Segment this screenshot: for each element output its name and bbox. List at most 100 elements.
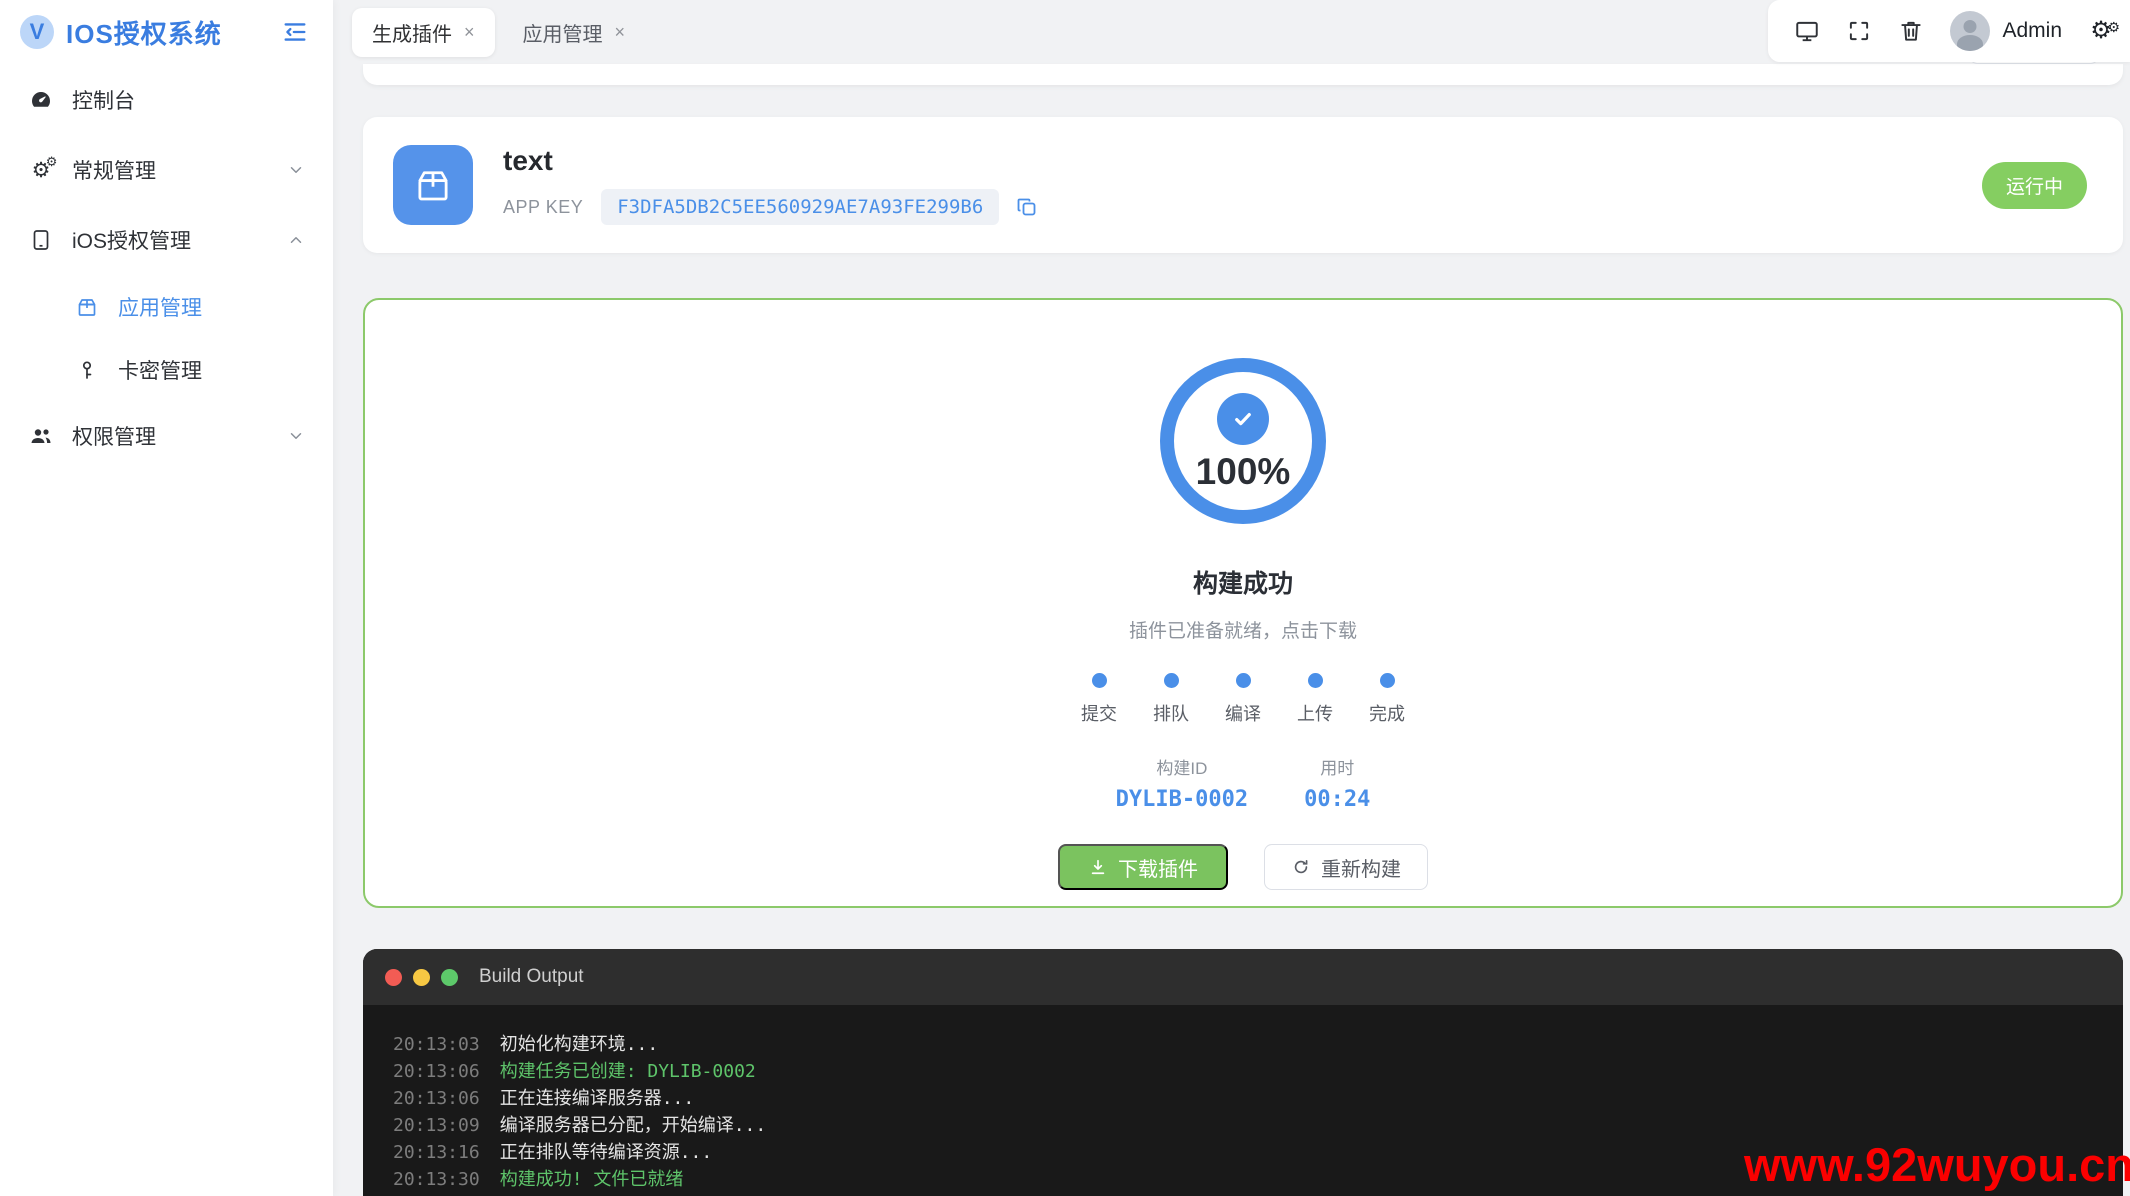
main-content: text APP KEY F3DFA5DB2C5EE560929AE7A93FE… (333, 64, 2130, 1196)
log-line: 20:13:06 构建任务已创建: DYLIB-0002 (393, 1058, 2093, 1085)
terminal-title: Build Output (479, 966, 584, 988)
build-step: 上传 (1279, 673, 1351, 726)
log-line: 20:13:03 初始化构建环境... (393, 1031, 2093, 1058)
build-step: 完成 (1351, 673, 1423, 726)
topbar: 生成插件 应用管理 Admin ⚙⚙ (333, 0, 2130, 64)
rebuild-button[interactable]: 重新构建 (1264, 844, 1428, 890)
settings-gear-icon[interactable]: ⚙⚙ (2086, 16, 2116, 46)
tab-label: 应用管理 (523, 18, 603, 47)
terminal-minimize-dot[interactable] (413, 969, 430, 986)
tab-label: 生成插件 (372, 18, 452, 47)
app-key-value: F3DFA5DB2C5EE560929AE7A93FE299B6 (601, 189, 999, 225)
sidebar-item-ios-auth[interactable]: iOS授权管理 (10, 212, 323, 268)
sidebar-item-label: 权限管理 (72, 421, 287, 451)
sidebar-menu: 控制台 ⚙⚙ 常规管理 iOS授权管理 (0, 64, 333, 464)
username: Admin (2002, 19, 2062, 43)
package-icon (74, 294, 100, 320)
step-dot (1308, 673, 1323, 688)
log-text: 正在连接编译服务器... (500, 1085, 695, 1112)
sidebar-item-label: 控制台 (72, 85, 305, 115)
app-logo-icon: V (20, 15, 54, 49)
log-text: 正在排队等待编译资源... (500, 1139, 713, 1166)
watermark: www.92wuyou.cn (1744, 1137, 2130, 1192)
sidebar-item-app-manage[interactable]: 应用管理 (56, 282, 323, 332)
sidebar-item-label: 卡密管理 (118, 355, 305, 385)
step-dot (1164, 673, 1179, 688)
sidebar-item-label: 应用管理 (118, 292, 305, 322)
duration-value: 00:24 (1304, 787, 1370, 812)
step-label: 提交 (1081, 700, 1117, 726)
terminal-header: Build Output (363, 949, 2123, 1005)
users-icon (28, 423, 54, 449)
log-timestamp: 20:13:16 (393, 1139, 480, 1166)
log-line: 20:13:09编译服务器已分配，开始编译... (393, 1112, 2093, 1139)
sidebar-collapse-icon[interactable] (281, 18, 309, 46)
app-name: text (503, 145, 1982, 177)
build-status-title: 构建成功 (1193, 564, 1293, 600)
log-timestamp: 20:13:30 (393, 1166, 480, 1193)
avatar[interactable] (1950, 11, 1990, 51)
log-timestamp: 20:13:03 (393, 1031, 480, 1058)
app-card: text APP KEY F3DFA5DB2C5EE560929AE7A93FE… (363, 117, 2123, 253)
build-steps: 提交 排队 编译 上传完成 (1063, 673, 1423, 726)
duration-block: 用时 00:24 (1304, 754, 1370, 812)
key-icon (74, 357, 100, 383)
close-icon[interactable] (615, 23, 626, 41)
build-id-label: 构建ID (1116, 754, 1248, 779)
fullscreen-icon[interactable] (1846, 18, 1872, 44)
progress-ring: 100% (1160, 358, 1326, 524)
log-text: 编译服务器已分配，开始编译... (500, 1112, 767, 1139)
sidebar-item-permission[interactable]: 权限管理 (10, 408, 323, 464)
build-step: 编译 (1207, 673, 1279, 726)
step-label: 上传 (1297, 700, 1333, 726)
check-icon (1217, 393, 1269, 445)
progress-percent: 100% (1196, 453, 1291, 490)
build-id-block: 构建ID DYLIB-0002 (1116, 754, 1248, 812)
dashboard-icon (28, 87, 54, 113)
step-dot (1236, 673, 1251, 688)
log-timestamp: 20:13:06 (393, 1085, 480, 1112)
tablet-icon (28, 227, 54, 253)
sidebar-item-label: 常规管理 (72, 155, 287, 185)
sidebar-item-general[interactable]: ⚙⚙ 常规管理 (10, 142, 323, 198)
app-package-icon (393, 145, 473, 225)
sidebar: V IOS授权系统 控制台 ⚙⚙ 常规管理 (0, 0, 333, 1196)
step-label: 排队 (1153, 700, 1189, 726)
build-meta: 构建ID DYLIB-0002 用时 00:24 (1116, 754, 1371, 812)
app-info: text APP KEY F3DFA5DB2C5EE560929AE7A93FE… (503, 145, 1982, 225)
app-key-label: APP KEY (503, 197, 583, 218)
sidebar-submenu: 应用管理 卡密管理 (0, 282, 333, 395)
scrolled-card-fragment (363, 64, 2123, 85)
build-card: 100% 构建成功 插件已准备就绪，点击下载 提交排队编译上传完成 构建ID D… (363, 298, 2123, 908)
build-step: 提交 (1063, 673, 1135, 726)
download-icon (1088, 857, 1108, 877)
chevron-down-icon (287, 427, 305, 445)
tab-generate-plugin[interactable]: 生成插件 (352, 8, 495, 57)
log-text: 初始化构建环境... (500, 1031, 659, 1058)
log-timestamp: 20:13:06 (393, 1058, 480, 1085)
build-id-value: DYLIB-0002 (1116, 787, 1248, 812)
monitor-icon[interactable] (1794, 18, 1820, 44)
close-icon[interactable] (464, 23, 475, 41)
tab-bar: 生成插件 应用管理 (352, 0, 645, 64)
sidebar-item-card-key[interactable]: 卡密管理 (56, 345, 323, 395)
chevron-down-icon (287, 161, 305, 179)
step-label: 编译 (1225, 700, 1261, 726)
duration-label: 用时 (1304, 754, 1370, 779)
refresh-icon (1291, 857, 1311, 877)
step-dot (1380, 673, 1395, 688)
download-label: 下载插件 (1118, 853, 1198, 882)
terminal-zoom-dot[interactable] (441, 969, 458, 986)
download-plugin-button[interactable]: 下载插件 (1058, 844, 1228, 890)
chevron-up-icon (287, 231, 305, 249)
app-logo-letter: V (30, 21, 45, 43)
terminal-close-dot[interactable] (385, 969, 402, 986)
log-text: 构建任务已创建: DYLIB-0002 (500, 1058, 756, 1085)
sidebar-item-label: iOS授权管理 (72, 225, 287, 255)
rebuild-label: 重新构建 (1321, 853, 1401, 882)
tab-app-manage[interactable]: 应用管理 (503, 8, 646, 57)
trash-icon[interactable] (1898, 18, 1924, 44)
sidebar-item-console[interactable]: 控制台 (10, 72, 323, 128)
gears-icon: ⚙⚙ (28, 157, 54, 183)
copy-icon[interactable] (1015, 195, 1039, 219)
